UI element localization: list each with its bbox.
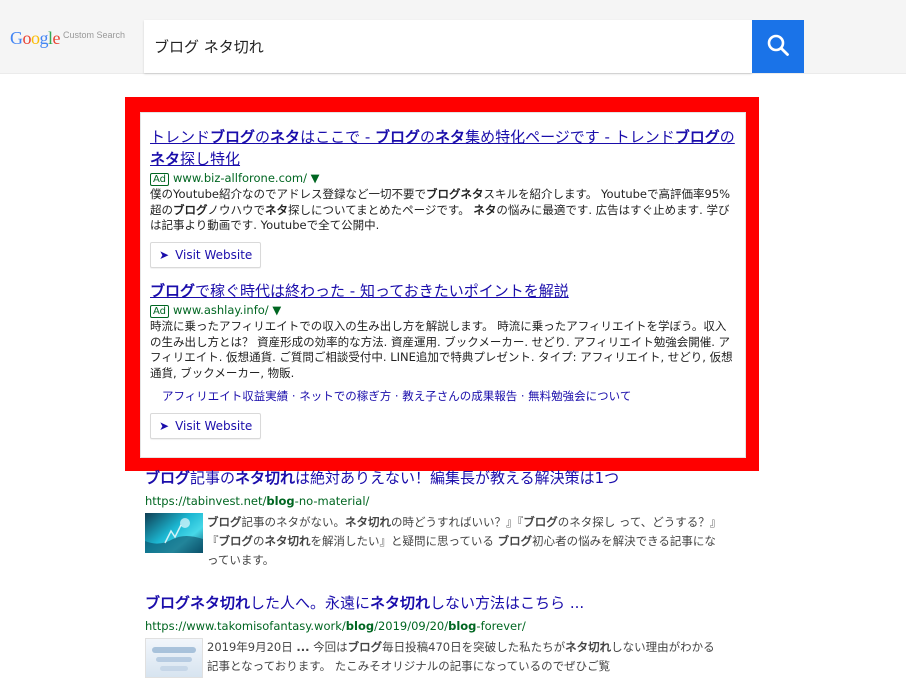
- ad-sitelinks[interactable]: アフィリエイト収益実績 · ネットでの稼ぎ方 · 教え子さんの成果報告 · 無料…: [162, 387, 736, 405]
- logo-letter: o: [31, 28, 40, 48]
- result-url: https://www.takomisofantasy.work/blog/20…: [145, 619, 526, 633]
- search-result: ブログ記事のネタ切れは絶対ありえない！編集長が教える解決策は1つ https:/…: [145, 468, 725, 573]
- visit-website-button[interactable]: ➤ Visit Website: [150, 413, 262, 439]
- result-snippet: ブログ記事のネタがない。ネタ切れの時どうすればいい？』『ブログのネタ探し って、…: [207, 515, 722, 567]
- logo-letter: e: [52, 28, 61, 48]
- logo-letters: Google: [10, 28, 60, 48]
- dropdown-arrow-icon[interactable]: ▼: [307, 171, 320, 185]
- search-icon: [766, 33, 790, 61]
- arrow-right-icon: ➤: [159, 419, 170, 433]
- visit-website-button[interactable]: ➤ Visit Website: [150, 241, 262, 268]
- ad-badge: Ad: [150, 173, 170, 186]
- ad-url-row: Ad www.ashlay.info/ ▼: [150, 302, 736, 318]
- logo-letter: G: [10, 28, 23, 48]
- visit-website-label: Visit Website: [175, 247, 253, 262]
- ad-item: ブログで稼ぐ時代は終わった - 知っておきたいポイントを解説 Ad www.ash…: [150, 280, 736, 439]
- result-snippet: 2019年9月20日 ... 今回はブログ毎日投稿470日を突破した私たちがネタ…: [207, 640, 715, 673]
- ad-description: 僕のYoutube紹介なのでアドレス登録など一切不要でブログネタスキルを紹介しま…: [150, 187, 731, 232]
- ad-display-url[interactable]: www.ashlay.info/: [173, 303, 269, 317]
- result-body: 2019年9月20日 ... 今回はブログ毎日投稿470日を突破した私たちがネタ…: [145, 638, 725, 698]
- result-thumbnail[interactable]: [145, 638, 203, 678]
- dropdown-arrow-icon[interactable]: ▼: [269, 303, 281, 317]
- search-button[interactable]: [752, 20, 804, 73]
- search-box: [144, 20, 754, 73]
- ad-title-link[interactable]: ブログで稼ぐ時代は終わった - 知っておきたいポイントを解説: [150, 280, 736, 302]
- google-custom-search-logo: Google Custom Search: [10, 28, 125, 50]
- ad-item: トレンドブログのネタはここで - ブログのネタ集め特化ページです - トレンドブ…: [150, 126, 736, 268]
- arrow-right-icon: ➤: [159, 247, 170, 262]
- ad-url-row: Ad www.biz-allforone.com/ ▼: [150, 170, 736, 186]
- ad-description: 時流に乗ったアフィリエイトでの収入の生み出し方を解説します。 時流に乗ったアフィ…: [150, 319, 733, 380]
- ad-badge: Ad: [150, 305, 170, 318]
- visit-website-label: Visit Website: [175, 419, 253, 433]
- result-title-link[interactable]: ブログネタ切れした人へ。永遠にネタ切れしない方法はこちら ...: [145, 593, 725, 613]
- logo-letter: o: [22, 28, 32, 48]
- search-result: ブログネタ切れした人へ。永遠にネタ切れしない方法はこちら ... https:/…: [145, 593, 725, 698]
- result-title-link[interactable]: ブログ記事のネタ切れは絶対ありえない！編集長が教える解決策は1つ: [145, 468, 725, 488]
- result-url: https://tabinvest.net/blog-no-material/: [145, 494, 370, 508]
- ad-display-url[interactable]: www.biz-allforone.com/: [173, 171, 307, 185]
- result-thumbnail[interactable]: [145, 513, 203, 553]
- ads-panel: トレンドブログのネタはここで - ブログのネタ集め特化ページです - トレンドブ…: [140, 112, 746, 458]
- logo-subtext: Custom Search: [63, 30, 126, 40]
- logo-letter: g: [39, 28, 49, 48]
- ad-title-link[interactable]: トレンドブログのネタはここで - ブログのネタ集め特化ページです - トレンドブ…: [150, 126, 736, 170]
- search-input[interactable]: [144, 20, 754, 73]
- result-body: ブログ記事のネタがない。ネタ切れの時どうすればいい？』『ブログのネタ探し って、…: [145, 513, 725, 573]
